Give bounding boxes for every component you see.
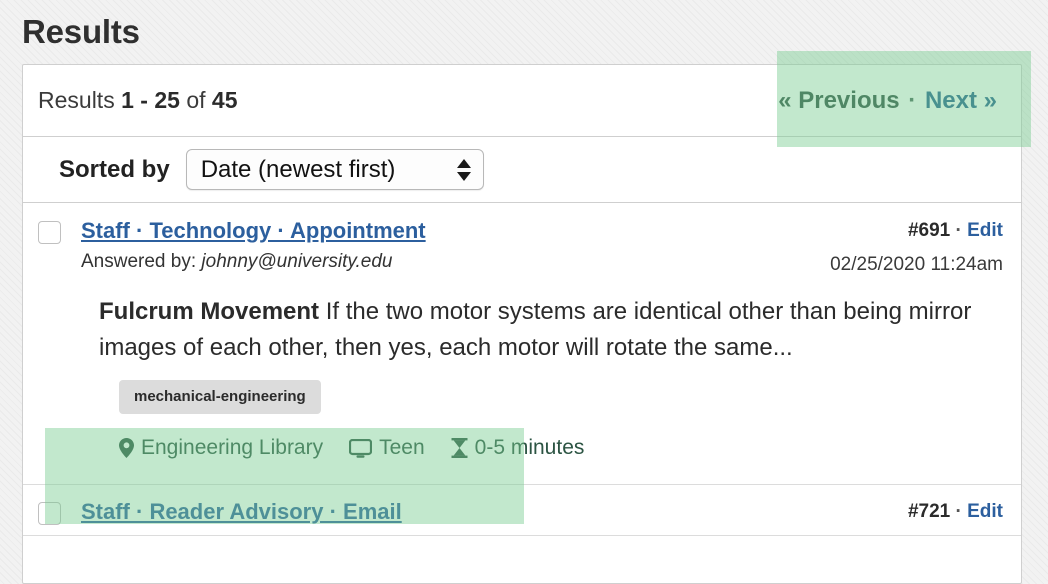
results-range-start: 1 [121, 87, 134, 113]
page-title: Results [22, 13, 140, 50]
result-meta-duration: 0-5 minutes [451, 436, 585, 460]
chevron-up-icon [456, 158, 471, 168]
result-timestamp: 02/25/2020 11:24am [830, 254, 1003, 275]
pagination: « Previous · Next » [778, 87, 1003, 115]
result-meta-row: Engineering Library Teen 0-5 minutes [119, 436, 1003, 460]
sort-by-label: Sorted by [59, 155, 170, 183]
result-row-header: Staff · Technology · Appointment Answere… [38, 217, 1003, 276]
result-row-header-left: Staff · Technology · Appointment Answere… [38, 217, 426, 273]
map-pin-icon [119, 438, 134, 458]
result-id-line: #721 · Edit [908, 501, 1003, 523]
pagination-separator: · [901, 86, 923, 114]
next-page-link[interactable]: Next » [925, 87, 997, 114]
results-of-word: of [179, 87, 212, 113]
results-panel: Results 1 - 25 of 45 « Previous · Next »… [22, 64, 1022, 584]
result-edit-link[interactable]: Edit [967, 501, 1003, 522]
answered-by-email: johnny@university.edu [201, 251, 393, 272]
results-range-dash: - [133, 87, 155, 113]
result-title-link[interactable]: Staff · Technology · Appointment [81, 218, 426, 243]
search-results-page: { "page": { "title": "Results" }, "count… [0, 0, 1048, 584]
results-count-prefix: Results [38, 87, 122, 113]
result-row-header-right: #721 · Edit [908, 498, 1003, 523]
result-row-header-right: #691 · Edit 02/25/2020 11:24am [830, 217, 1003, 276]
result-id: #721 [907, 501, 951, 522]
result-excerpt: Fulcrum Movement If the two motor system… [99, 294, 973, 366]
result-id-separator: · [950, 501, 968, 522]
chevron-down-icon [456, 171, 471, 181]
result-meta-location-label: Engineering Library [141, 436, 324, 459]
result-id: #691 [907, 220, 951, 241]
sort-by-select[interactable]: Date (newest first) [185, 149, 484, 190]
sort-by-selected-value: Date (newest first) [200, 155, 396, 183]
table-row[interactable]: Staff · Reader Advisory · Email #721 · E… [23, 485, 1021, 536]
table-row[interactable]: Staff · Technology · Appointment Answere… [23, 203, 1021, 485]
results-total: 45 [211, 87, 238, 113]
result-meta-duration-label: 0-5 minutes [474, 436, 585, 459]
answered-by-prefix: Answered by: [81, 251, 202, 272]
sort-bar: Sorted by Date (newest first) [23, 137, 1021, 203]
result-row-header-left: Staff · Reader Advisory · Email [38, 498, 402, 525]
result-row-header: Staff · Reader Advisory · Email #721 · E… [38, 498, 1003, 525]
result-meta-audience: Teen [349, 436, 425, 460]
result-tag-list: mechanical-engineering [119, 380, 1003, 414]
result-tag[interactable]: mechanical-engineering [119, 380, 321, 414]
result-meta-audience-label: Teen [379, 436, 425, 459]
result-id-separator: · [950, 220, 968, 241]
results-range-end: 25 [154, 87, 180, 113]
result-title-link[interactable]: Staff · Reader Advisory · Email [81, 499, 402, 524]
result-row-titleblock: Staff · Technology · Appointment Answere… [81, 217, 426, 273]
hourglass-icon [451, 438, 468, 458]
result-answered-by: Answered by: johnny@university.edu [81, 251, 426, 273]
result-select-checkbox[interactable] [38, 502, 61, 525]
result-excerpt-title: Fulcrum Movement [99, 298, 320, 325]
result-select-checkbox[interactable] [38, 221, 61, 244]
result-meta-location: Engineering Library [119, 436, 323, 460]
result-row-titleblock: Staff · Reader Advisory · Email [81, 498, 402, 525]
previous-page-button[interactable]: « Previous [778, 87, 899, 114]
monitor-icon [349, 438, 373, 458]
stepper-updown-icon[interactable] [456, 158, 471, 181]
results-count-text: Results 1 - 25 of 45 [38, 87, 238, 114]
result-edit-link[interactable]: Edit [967, 220, 1003, 241]
result-id-line: #691 · Edit [830, 220, 1003, 242]
results-count-bar: Results 1 - 25 of 45 « Previous · Next » [23, 65, 1021, 137]
